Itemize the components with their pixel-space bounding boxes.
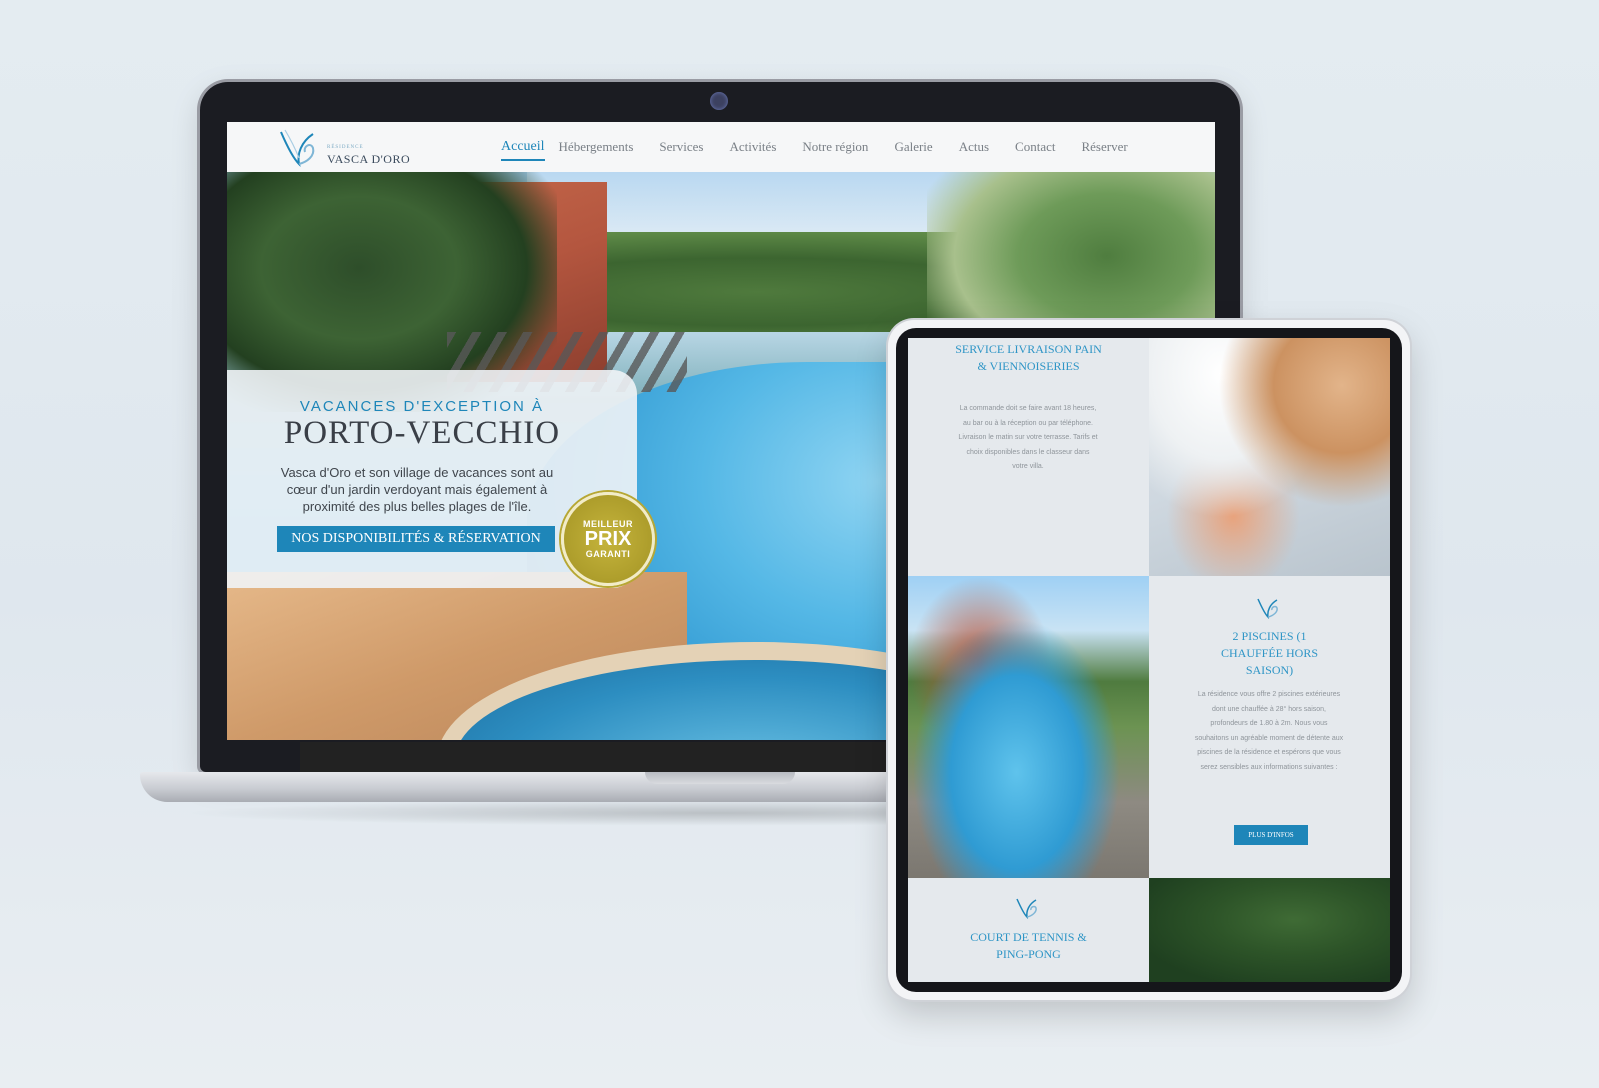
nav-item-activites[interactable]: Activités — [729, 139, 776, 155]
nav-item-accueil[interactable]: Accueil — [501, 139, 545, 161]
forest-image — [1149, 878, 1390, 982]
nav-item-actus[interactable]: Actus — [959, 139, 989, 155]
vasca-doro-logo-icon — [280, 129, 315, 168]
pools-heading: 2 PISCINES (1 CHAUFFÉE HORS SAISON) — [1220, 629, 1319, 677]
pool-image — [908, 576, 1149, 878]
tablet-screen: SERVICE LIVRAISON PAIN & VIENNOISERIES L… — [908, 338, 1390, 982]
tennis-card: COURT DE TENNIS & PING-PONG — [908, 878, 1149, 982]
badge-bottom-text: GARANTI — [585, 549, 631, 559]
nav-item-services[interactable]: Services — [659, 139, 703, 155]
nav-item-hebergements[interactable]: Hébergements — [559, 139, 634, 155]
hero-title: PORTO-VECCHIO — [283, 415, 561, 451]
service-bread-heading: SERVICE LIVRAISON PAIN & VIENNOISERIES — [955, 342, 1102, 373]
nav-item-notre-region[interactable]: Notre région — [802, 139, 868, 155]
nav-item-galerie[interactable]: Galerie — [894, 139, 932, 155]
laptop-camera — [710, 92, 728, 110]
best-price-badge: MEILLEUR PRIX GARANTI — [561, 492, 655, 586]
vasca-doro-logo-icon — [1016, 898, 1037, 920]
availability-booking-button[interactable]: NOS DISPONIBILITÉS & RÉSERVATION — [277, 526, 555, 552]
logo-small-text: RÉSIDENCE — [327, 145, 364, 150]
more-info-button[interactable]: PLUS D'INFOS — [1234, 825, 1308, 845]
nav-item-reserver[interactable]: Réserver — [1081, 139, 1127, 155]
pools-card: 2 PISCINES (1 CHAUFFÉE HORS SAISON) La r… — [1149, 576, 1390, 878]
logo-text: VASCA D'ORO — [327, 152, 411, 166]
nav-item-contact[interactable]: Contact — [1015, 139, 1055, 155]
site-header: RÉSIDENCE VASCA D'ORO Accueil Hébergemen… — [227, 122, 1215, 172]
badge-mid-text: PRIX — [584, 528, 632, 550]
tennis-heading: COURT DE TENNIS & PING-PONG — [970, 930, 1087, 961]
service-bread-body: La commande doit se faire avant 18 heure… — [958, 405, 1098, 470]
hero-kicker: VACANCES D'EXCEPTION À — [299, 398, 545, 415]
hero-description: Vasca d'Oro et son village de vacances s… — [280, 465, 554, 514]
pools-body: La résidence vous offre 2 piscines extér… — [1194, 691, 1344, 771]
service-bread-card: SERVICE LIVRAISON PAIN & VIENNOISERIES L… — [908, 338, 1149, 576]
main-nav: Accueil Hébergements Services Activités … — [501, 122, 1154, 172]
breakfast-image — [1149, 338, 1390, 576]
laptop-notch — [645, 772, 795, 784]
site-logo[interactable]: RÉSIDENCE VASCA D'ORO — [277, 128, 411, 168]
vasca-doro-logo-icon — [1257, 598, 1278, 620]
